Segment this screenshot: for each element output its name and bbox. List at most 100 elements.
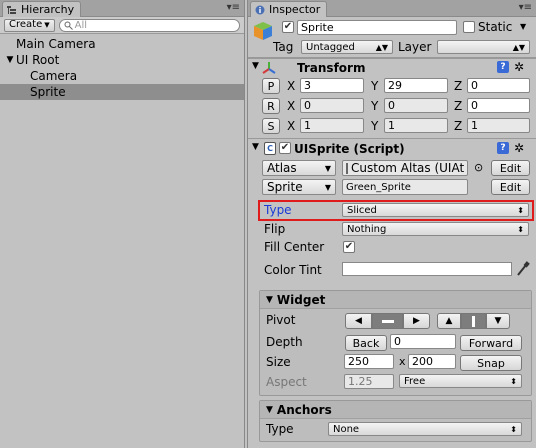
position-x-field[interactable]: 3 — [300, 78, 364, 93]
field-value: 200 — [412, 355, 433, 368]
pivot-middle-v-button[interactable] — [461, 313, 486, 329]
atlas-button[interactable]: Atlas ▼ — [262, 160, 336, 176]
rotation-y-field[interactable]: 0 — [384, 98, 448, 113]
pivot-top-button[interactable]: ▲ — [437, 313, 461, 329]
expand-arrow-icon[interactable]: ▼ — [4, 55, 16, 65]
pivot-left-button[interactable]: ◀ — [345, 313, 372, 329]
gear-icon[interactable]: ✲ — [514, 60, 524, 74]
x-label: X — [287, 79, 296, 93]
eyedropper-icon[interactable] — [516, 261, 530, 277]
tree-item-camera[interactable]: Camera — [0, 68, 244, 84]
search-placeholder: All — [74, 19, 88, 31]
uisprite-enabled-checkbox[interactable]: ✔ — [279, 142, 291, 154]
anchor-type-dropdown[interactable]: None ⬍ — [328, 422, 522, 436]
gameobject-header: ✔ Sprite Static ▼ Tag Untagged ▲▼ Layer ▲… — [248, 17, 536, 58]
layer-dropdown[interactable]: ▲▼ — [437, 40, 530, 54]
object-name-value: Sprite — [301, 21, 334, 34]
scale-x-field[interactable]: 1 — [300, 118, 364, 133]
tree-item-label: Camera — [30, 69, 78, 83]
rotation-x-field[interactable]: 0 — [300, 98, 364, 113]
fill-center-checkbox[interactable]: ✔ — [343, 241, 355, 253]
dropdown-arrow-icon: ▼ — [324, 163, 331, 173]
static-dropdown-arrow-icon[interactable]: ▼ — [520, 22, 526, 31]
collapse-arrow-icon[interactable]: ▼ — [252, 142, 259, 152]
anchors-header[interactable]: ▼ Anchors — [260, 401, 531, 419]
tree-item-sprite[interactable]: Sprite — [0, 84, 244, 100]
depth-back-button[interactable]: Back — [345, 335, 387, 351]
pivot-horizontal-group: ◀ ▶ — [345, 313, 430, 329]
position-y-field[interactable]: 29 — [384, 78, 448, 93]
depth-field[interactable]: 0 — [390, 334, 456, 349]
y-label: Y — [371, 79, 379, 93]
width-field[interactable]: 250 — [344, 354, 394, 369]
scale-reset-button[interactable]: S — [262, 118, 280, 134]
rotation-reset-button[interactable]: R — [262, 98, 280, 114]
tree-item-ui-root[interactable]: ▼ UI Root — [0, 52, 244, 68]
uisprite-header[interactable]: ▼ C ✔ UISprite (Script) ? ✲ — [248, 138, 536, 158]
atlas-object-field[interactable]: Custom Altas (UIAt — [342, 160, 468, 176]
tag-label: Tag — [273, 40, 294, 54]
field-value: 0 — [471, 79, 478, 92]
size-separator: x — [399, 355, 406, 368]
static-label: Static — [478, 20, 513, 34]
height-field[interactable]: 200 — [408, 354, 456, 369]
atlas-edit-button[interactable]: Edit — [491, 160, 530, 176]
hierarchy-tree: Main Camera ▼ UI Root Camera Sprite — [0, 34, 244, 100]
aspect-mode-value: Free — [404, 375, 426, 387]
rotation-z-field[interactable]: 0 — [467, 98, 530, 113]
sprite-edit-button[interactable]: Edit — [491, 179, 530, 195]
panel-menu-icon[interactable]: ▾≡ — [227, 2, 240, 13]
arrow-down-icon: ▼ — [494, 316, 502, 326]
help-book-icon[interactable]: ? — [497, 61, 509, 73]
x-label: X — [287, 119, 296, 133]
atlas-asset-icon — [346, 162, 348, 174]
tree-item-main-camera[interactable]: Main Camera — [0, 36, 244, 52]
snap-button[interactable]: Snap — [460, 355, 522, 371]
aspect-field[interactable]: 1.25 — [344, 374, 394, 389]
create-button[interactable]: Create ▼ — [4, 18, 55, 32]
inspector-tabbar: Inspector ▾≡ — [248, 0, 536, 17]
type-value: Sliced — [347, 204, 377, 216]
type-dropdown[interactable]: Sliced ⬍ — [342, 203, 529, 217]
dropdown-arrow-icon: ▼ — [324, 182, 331, 192]
object-picker-icon[interactable]: ⊙ — [474, 161, 483, 174]
atlas-value: Custom Altas (UIAt — [351, 161, 465, 175]
active-checkbox[interactable]: ✔ — [282, 21, 294, 33]
sprite-button[interactable]: Sprite ▼ — [262, 179, 336, 195]
color-tint-swatch[interactable] — [342, 262, 512, 276]
static-checkbox[interactable] — [463, 21, 475, 33]
type-label: Type — [264, 203, 292, 217]
depth-forward-button[interactable]: Forward — [460, 335, 522, 351]
help-book-icon[interactable]: ? — [497, 142, 509, 154]
widget-header[interactable]: ▼ Widget — [260, 291, 531, 309]
flip-dropdown[interactable]: Nothing ⬍ — [342, 222, 529, 236]
tab-hierarchy[interactable]: Hierarchy — [2, 1, 82, 17]
field-value: 0 — [471, 99, 478, 112]
tab-inspector[interactable]: Inspector — [250, 1, 328, 17]
tree-item-label: UI Root — [16, 53, 60, 67]
sprite-value: Green_Sprite — [346, 181, 411, 193]
pivot-center-h-button[interactable] — [372, 313, 403, 329]
transform-header[interactable]: ▼ Transform ? ✲ — [248, 58, 536, 76]
position-reset-button[interactable]: P — [262, 78, 280, 94]
chevron-down-icon: ▼ — [44, 21, 50, 29]
dropdown-arrow-icon: ▲▼ — [375, 42, 388, 52]
scale-y-field[interactable]: 1 — [384, 118, 448, 133]
pivot-bottom-button[interactable]: ▼ — [486, 313, 510, 329]
position-z-field[interactable]: 0 — [467, 78, 530, 93]
hierarchy-search-input[interactable]: All — [58, 18, 240, 32]
panel-menu-icon[interactable]: ▾≡ — [519, 2, 532, 13]
transform-axes-icon — [262, 62, 276, 74]
info-icon — [255, 5, 265, 14]
sprite-name-field[interactable]: Green_Sprite — [342, 179, 468, 195]
tag-dropdown[interactable]: Untagged ▲▼ — [301, 40, 393, 54]
collapse-arrow-icon[interactable]: ▼ — [252, 61, 259, 71]
gear-icon[interactable]: ✲ — [514, 141, 524, 155]
scale-z-field[interactable]: 1 — [467, 118, 530, 133]
aspect-mode-dropdown[interactable]: Free ⬍ — [399, 374, 522, 388]
widget-panel: ▼ Widget Pivot ◀ ▶ ▲ ▼ Depth Back 0 Forw… — [259, 290, 532, 396]
button-label: Edit — [499, 161, 522, 175]
gameobject-cube-icon — [254, 22, 272, 40]
pivot-right-button[interactable]: ▶ — [403, 313, 430, 329]
object-name-field[interactable]: Sprite — [297, 20, 457, 35]
